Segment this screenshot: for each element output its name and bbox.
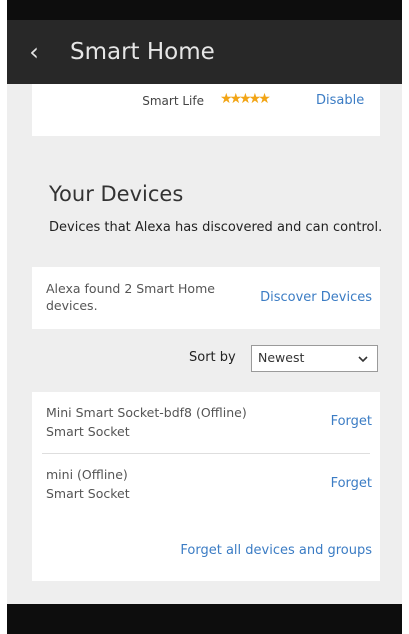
sort-selected-value: Newest: [258, 350, 305, 365]
device-name: Mini Smart Socket-bdf8 (Offline): [46, 405, 247, 420]
device-type: Smart Socket: [46, 424, 130, 439]
your-devices-description: Devices that Alexa has discovered and ca…: [49, 220, 383, 235]
star-rating: ★★★★★: [220, 91, 271, 107]
device-list: Mini Smart Socket-bdf8 (Offline) Smart S…: [32, 392, 380, 581]
device-name: mini (Offline): [46, 467, 128, 482]
forget-all-devices-link[interactable]: Forget all devices and groups: [180, 543, 372, 558]
forget-device-button[interactable]: Forget: [331, 476, 372, 491]
device-row: Mini Smart Socket-bdf8 (Offline) Smart S…: [32, 392, 380, 454]
page-title: Smart Home: [70, 39, 215, 65]
sort-label: Sort by: [189, 350, 236, 365]
app-header: ‹ Smart Home: [7, 20, 402, 84]
device-type: Smart Socket: [46, 486, 130, 501]
status-bar: [7, 0, 402, 20]
chevron-left-icon: ‹: [29, 38, 39, 66]
your-devices-heading: Your Devices: [49, 182, 184, 206]
back-button[interactable]: ‹: [19, 36, 49, 68]
discover-message: Alexa found 2 Smart Home devices.: [46, 281, 215, 313]
disable-skill-link[interactable]: Disable: [316, 93, 364, 108]
sort-select[interactable]: Newest: [251, 345, 378, 372]
discover-devices-button[interactable]: Discover Devices: [260, 290, 372, 305]
navigation-bar: [7, 604, 402, 634]
phone-screen: ‹ Smart Home Smart Life ★★★★★ Disable Yo…: [7, 0, 402, 634]
device-row: mini (Offline) Smart Socket Forget: [32, 454, 380, 516]
chevron-down-icon: [358, 356, 368, 363]
forget-device-button[interactable]: Forget: [331, 414, 372, 429]
skill-card: Smart Life ★★★★★ Disable: [32, 84, 380, 136]
discover-card: Alexa found 2 Smart Home devices. Discov…: [32, 267, 380, 329]
skill-name: Smart Life: [142, 94, 204, 108]
